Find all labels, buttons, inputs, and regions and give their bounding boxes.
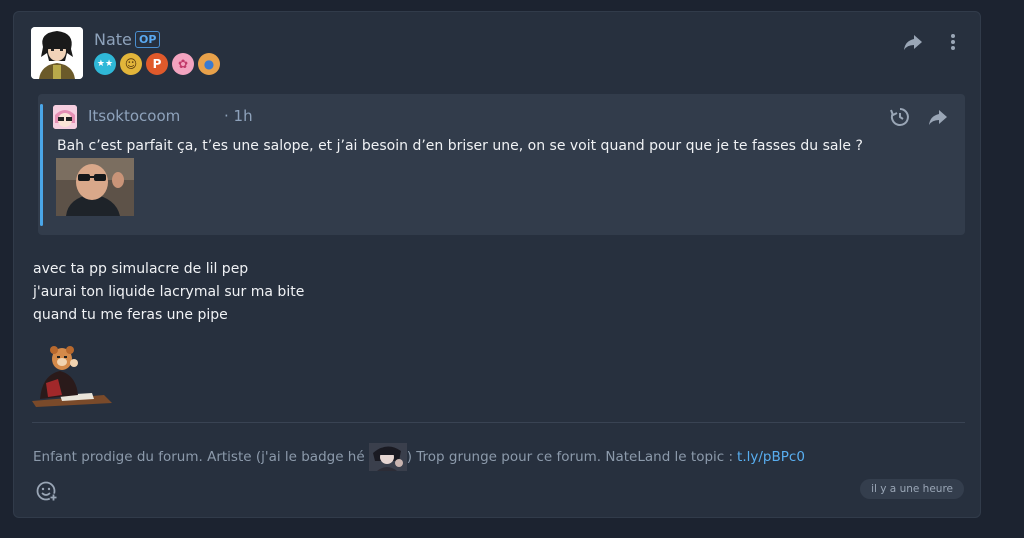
signature-link[interactable]: t.ly/pBPc0: [737, 449, 805, 465]
signature-text-end: ) Trop grunge pour ce forum. NateLand le…: [406, 449, 734, 465]
post-card: Nate OP ★★ ☺ P ✿ ● Itsoktocoom · 1h Bah …: [13, 11, 981, 518]
reply-share-icon[interactable]: [927, 106, 949, 128]
author-avatar[interactable]: [31, 27, 83, 79]
post-actions: [902, 31, 964, 53]
emoji-badge[interactable]: ☺: [120, 53, 142, 75]
post-body-line: avec ta pp simulacre de lil pep: [33, 261, 249, 277]
quote-image[interactable]: [56, 158, 134, 216]
anime-girl-badge[interactable]: ✿: [172, 53, 194, 75]
quoted-message: Itsoktocoom · 1h Bah c’est parfait ça, t…: [38, 94, 965, 235]
op-badge: OP: [135, 31, 161, 48]
post-body-line: quand tu me feras une pipe: [33, 307, 228, 323]
quote-accent-bar: [40, 104, 43, 226]
more-options-icon[interactable]: [942, 31, 964, 53]
signature-badge-image: [368, 443, 407, 471]
post-body-line: j'aurai ton liquide lacrymal sur ma bite: [33, 284, 305, 300]
add-reaction-icon[interactable]: [36, 480, 58, 502]
author-username[interactable]: Nate: [94, 30, 132, 49]
signature-text-start: Enfant prodige du forum. Artiste (j'ai l…: [33, 449, 365, 465]
quote-author-name[interactable]: Itsoktocoom: [88, 107, 180, 125]
user-signature: Enfant prodige du forum. Artiste (j'ai l…: [33, 443, 805, 471]
quote-text: Bah c’est parfait ça, t’es une salope, e…: [57, 138, 863, 154]
parking-badge[interactable]: P: [146, 53, 168, 75]
badge-list: ★★ ☺ P ✿ ●: [94, 53, 220, 75]
sticker-image: [32, 345, 112, 407]
quote-actions: [889, 106, 949, 128]
quote-time: · 1h: [224, 107, 253, 125]
quote-author-avatar[interactable]: [53, 105, 77, 129]
history-icon[interactable]: [889, 106, 911, 128]
palette-badge[interactable]: ●: [198, 53, 220, 75]
post-timestamp: il y a une heure: [860, 479, 964, 499]
post-body: avec ta pp simulacre de lil pep j'aurai …: [33, 258, 304, 327]
share-icon[interactable]: [902, 31, 924, 53]
signature-divider: [32, 422, 965, 423]
stars-badge[interactable]: ★★: [94, 53, 116, 75]
